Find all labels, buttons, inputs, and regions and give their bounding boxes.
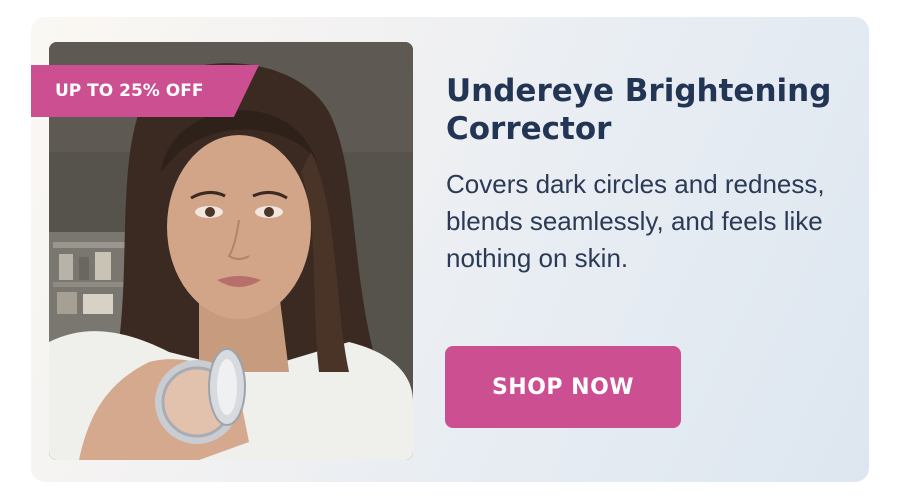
shop-now-button[interactable]: SHOP NOW [445,346,681,428]
product-description: Covers dark circles and redness, blends … [446,169,825,273]
discount-badge: UP TO 25% OFF [31,65,259,117]
product-title: Undereye Brightening Corrector [446,73,832,147]
discount-badge-label: UP TO 25% OFF [55,81,204,101]
